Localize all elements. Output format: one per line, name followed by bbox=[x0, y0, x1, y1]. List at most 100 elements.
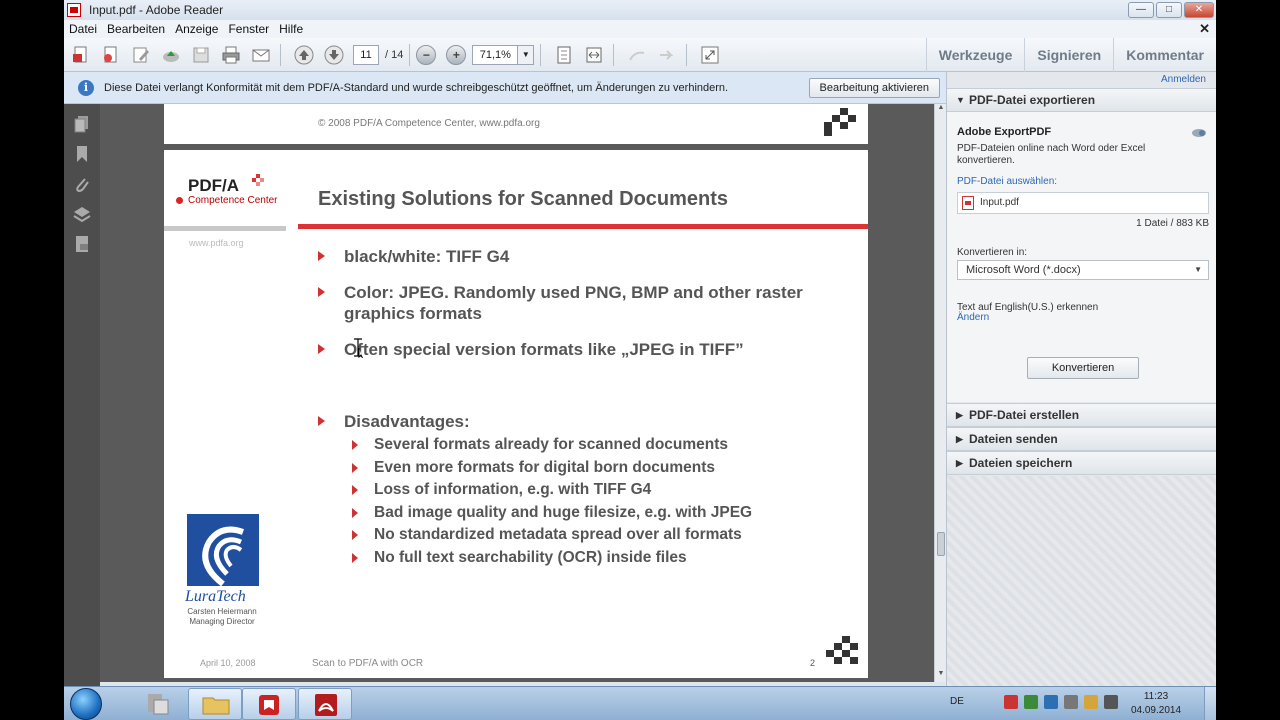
menu-bearbeiten[interactable]: Bearbeiten bbox=[102, 22, 170, 36]
print-icon[interactable] bbox=[218, 42, 244, 68]
menu-hilfe[interactable]: Hilfe bbox=[274, 22, 308, 36]
toolbar-separator bbox=[280, 43, 281, 66]
tray-volume-icon[interactable] bbox=[1104, 695, 1118, 709]
system-tray bbox=[1004, 695, 1118, 709]
zoom-out-button[interactable]: − bbox=[416, 44, 437, 65]
minimize-button[interactable]: — bbox=[1128, 2, 1154, 18]
page-thumbnails-icon[interactable] bbox=[72, 114, 92, 134]
page-total: / 14 bbox=[385, 48, 404, 61]
selected-file[interactable]: Input.pdf bbox=[957, 192, 1209, 214]
menu-datei[interactable]: Datei bbox=[64, 22, 102, 36]
chevron-down-icon: ▼ bbox=[1194, 265, 1202, 274]
sidebar-url: www.pdfa.org bbox=[189, 238, 244, 248]
previous-page: © 2008 PDF/A Competence Center, www.pdfa… bbox=[164, 104, 868, 144]
service-name: Adobe ExportPDF bbox=[957, 126, 1052, 138]
maximize-button[interactable]: □ bbox=[1156, 2, 1182, 18]
enable-editing-button[interactable]: Bearbeitung aktivieren bbox=[808, 78, 940, 98]
menu-bar: Datei Bearbeiten Anzeige Fenster Hilfe ✕ bbox=[64, 20, 1216, 38]
login-link[interactable]: Anmelden bbox=[1161, 74, 1206, 85]
attachment-icon[interactable] bbox=[72, 174, 92, 194]
window-title: Input.pdf - Adobe Reader bbox=[89, 3, 224, 17]
tray-network-icon[interactable] bbox=[1044, 695, 1058, 709]
bookmark-icon[interactable] bbox=[72, 144, 92, 164]
send-files-section-header[interactable]: ▶ Dateien senden bbox=[947, 427, 1216, 451]
taskbar-adobe-reader-icon[interactable] bbox=[298, 688, 352, 720]
save-icon[interactable] bbox=[188, 42, 214, 68]
signatures-icon[interactable] bbox=[72, 234, 92, 254]
store-files-section-header[interactable]: ▶ Dateien speichern bbox=[947, 451, 1216, 475]
pdfa-logo-text: PDF/A bbox=[188, 176, 239, 195]
chevron-down-icon[interactable]: ▼ bbox=[517, 45, 534, 64]
scroll-thumb[interactable] bbox=[937, 532, 945, 556]
fit-page-icon[interactable] bbox=[551, 42, 577, 68]
sub-bullet-item: Bad image quality and huge filesize, e.g… bbox=[316, 502, 856, 525]
sign-pen-icon bbox=[624, 42, 650, 68]
info-message: Diese Datei verlangt Konformität mit dem… bbox=[104, 81, 729, 94]
next-page-icon[interactable] bbox=[321, 42, 347, 68]
close-button[interactable]: ✕ bbox=[1184, 2, 1214, 18]
edit-pdf-icon[interactable] bbox=[128, 42, 154, 68]
speaker-info: Carsten Heiermann Managing Director bbox=[184, 607, 260, 627]
sub-bullet-item: No standardized metadata spread over all… bbox=[316, 524, 856, 547]
previous-page-icon[interactable] bbox=[291, 42, 317, 68]
previous-page-footer: © 2008 PDF/A Competence Center, www.pdfa… bbox=[318, 118, 540, 129]
convert-button[interactable]: Konvertieren bbox=[1027, 357, 1139, 379]
selected-file-name: Input.pdf bbox=[980, 197, 1019, 208]
bullet-item: black/white: TIFF G4 bbox=[316, 246, 856, 267]
info-icon: i bbox=[78, 79, 94, 96]
change-language-link[interactable]: Ändern bbox=[957, 312, 989, 324]
taskbar-explorer-icon[interactable] bbox=[188, 688, 242, 720]
upload-cloud-icon[interactable] bbox=[158, 42, 184, 68]
email-icon[interactable] bbox=[248, 42, 274, 68]
section-label: PDF-Datei erstellen bbox=[969, 408, 1080, 422]
layers-icon[interactable] bbox=[72, 204, 92, 224]
convert-format-value: Microsoft Word (*.docx) bbox=[966, 264, 1081, 276]
create-pdf-section-header[interactable]: ▶ PDF-Datei erstellen bbox=[947, 403, 1216, 427]
taskbar-program-manager-icon[interactable] bbox=[132, 688, 186, 720]
menu-anzeige[interactable]: Anzeige bbox=[170, 22, 223, 36]
expand-triangle-icon: ▶ bbox=[956, 434, 963, 444]
sign-pane-button[interactable]: Signieren bbox=[1024, 38, 1113, 72]
sidebar-divider bbox=[164, 226, 286, 231]
expand-triangle-icon: ▶ bbox=[956, 410, 963, 420]
document-close-icon[interactable]: ✕ bbox=[1199, 21, 1210, 37]
keyboard-language[interactable]: DE bbox=[950, 696, 964, 707]
export-pdf-icon[interactable] bbox=[98, 42, 124, 68]
toolbar-separator bbox=[686, 43, 688, 66]
menu-fenster[interactable]: Fenster bbox=[223, 22, 274, 36]
toolbar-separator bbox=[409, 43, 411, 66]
create-pdf-icon[interactable] bbox=[68, 42, 94, 68]
tools-pane-button[interactable]: Werkzeuge bbox=[925, 38, 1025, 72]
slide-title: Existing Solutions for Scanned Documents bbox=[318, 188, 729, 210]
show-desktop-button[interactable] bbox=[1204, 687, 1216, 720]
convert-format-select[interactable]: Microsoft Word (*.docx) ▼ bbox=[957, 260, 1209, 280]
checker-logo-icon bbox=[826, 636, 858, 664]
screen: Input.pdf - Adobe Reader — □ ✕ Datei Bea… bbox=[64, 0, 1216, 720]
tray-reader-icon[interactable] bbox=[1004, 695, 1018, 709]
adobe-reader-icon bbox=[67, 3, 81, 17]
tools-panel: Anmelden ▼ PDF-Datei exportieren Adobe E… bbox=[946, 72, 1216, 686]
tray-security-icon[interactable] bbox=[1024, 695, 1038, 709]
zoom-select[interactable]: 71,1% ▼ bbox=[472, 44, 535, 65]
tray-flag-icon[interactable] bbox=[1084, 695, 1098, 709]
export-pdf-section-header[interactable]: ▼ PDF-Datei exportieren bbox=[947, 88, 1216, 112]
clock-time: 11:23 bbox=[1143, 691, 1169, 702]
toolbar-separator bbox=[540, 43, 542, 66]
cloud-settings-icon[interactable] bbox=[1191, 126, 1207, 138]
slide-date: April 10, 2008 bbox=[200, 658, 256, 668]
fullscreen-icon[interactable] bbox=[697, 42, 723, 68]
comment-pane-button[interactable]: Kommentar bbox=[1113, 38, 1216, 72]
taskbar-clock[interactable]: 11:23 04.09.2014 bbox=[1130, 690, 1182, 718]
sub-bullet-item: Even more formats for digital born docum… bbox=[316, 457, 856, 480]
navigation-pane bbox=[64, 104, 100, 686]
start-button[interactable] bbox=[70, 688, 102, 720]
document-view[interactable]: © 2008 PDF/A Competence Center, www.pdfa… bbox=[100, 104, 934, 682]
page-number-input[interactable]: 11 bbox=[353, 44, 379, 65]
zoom-in-button[interactable]: + bbox=[446, 44, 467, 65]
fit-width-icon[interactable] bbox=[581, 42, 607, 68]
slide-footer: Scan to PDF/A with OCR bbox=[312, 658, 424, 669]
tray-display-icon[interactable] bbox=[1064, 695, 1078, 709]
export-pdf-section: Adobe ExportPDF PDF-Dateien online nach … bbox=[947, 112, 1216, 402]
vertical-scrollbar[interactable]: ▲ ▼ bbox=[934, 104, 946, 682]
taskbar-pdf-reader-icon[interactable] bbox=[242, 688, 296, 720]
